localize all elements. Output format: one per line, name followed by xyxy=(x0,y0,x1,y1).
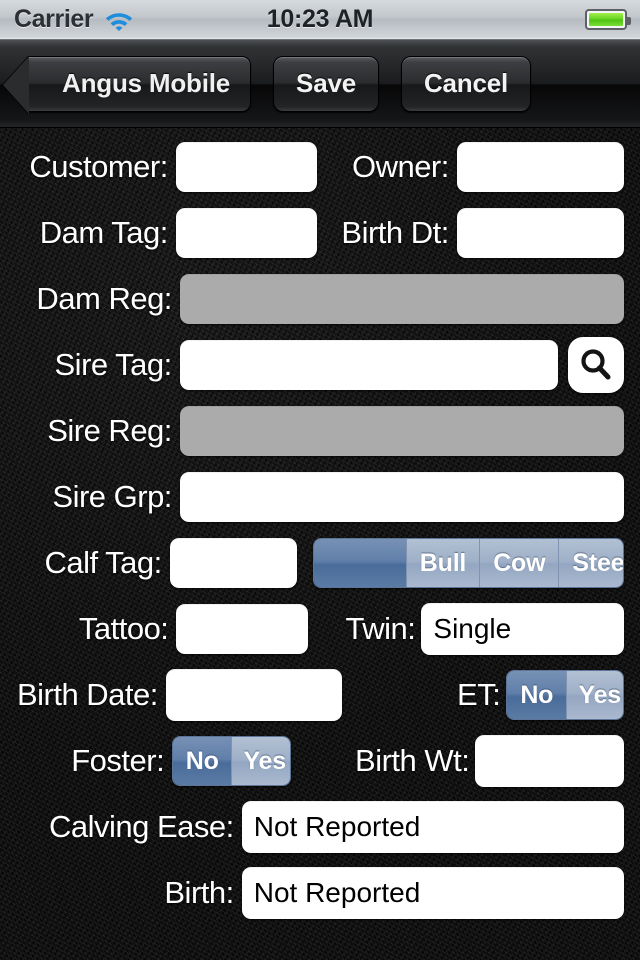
birth-wt-label: Birth Wt: xyxy=(355,743,470,778)
app-screen: Carrier 10:23 AM Angus Mobile Save Cance… xyxy=(0,0,640,960)
status-bar: Carrier 10:23 AM xyxy=(0,0,640,40)
row-sirereg: Sire Reg: xyxy=(0,398,640,464)
row-foster-birthwt: Foster: No Yes Birth Wt: xyxy=(0,728,640,794)
clock-label: 10:23 AM xyxy=(266,5,374,33)
dam-tag-label: Dam Tag: xyxy=(39,215,169,250)
et-segment-no[interactable]: No xyxy=(507,671,567,719)
birth-date-input[interactable] xyxy=(165,669,342,721)
row-siretag: Sire Tag: xyxy=(0,332,640,398)
et-segment-yes[interactable]: Yes xyxy=(566,671,624,719)
back-button-label: Angus Mobile xyxy=(62,68,231,98)
customer-input[interactable] xyxy=(175,142,317,192)
foster-segment-yes[interactable]: Yes xyxy=(231,737,291,785)
birth-select[interactable]: Not Reported xyxy=(241,867,624,919)
et-label: ET: xyxy=(457,677,501,712)
tattoo-input[interactable] xyxy=(176,604,309,654)
foster-segmented-control[interactable]: No Yes xyxy=(172,736,292,786)
dam-reg-input xyxy=(179,274,624,324)
dam-tag-input[interactable] xyxy=(175,208,317,258)
sire-reg-input xyxy=(179,406,624,456)
calf-tag-input[interactable] xyxy=(169,538,297,588)
sex-segment-cow[interactable]: Cow xyxy=(479,539,559,587)
birth-dt-label: Birth Dt: xyxy=(341,215,449,250)
twin-select[interactable]: Single xyxy=(421,603,625,655)
battery-full-icon xyxy=(585,9,631,30)
sex-segment-bull[interactable]: Bull xyxy=(405,539,480,587)
row-birthdate-et: Birth Date: ET: No Yes xyxy=(0,662,640,728)
birth-wt-input[interactable] xyxy=(475,735,624,787)
row-damtag-birthdt: Dam Tag: Birth Dt: xyxy=(0,200,640,266)
sex-segment-steer[interactable]: Steer xyxy=(558,539,623,587)
form-body: Customer: Owner: Dam Tag: Birth Dt: Dam … xyxy=(0,128,640,960)
foster-label: Foster: xyxy=(71,743,165,778)
calving-ease-label: Calving Ease: xyxy=(48,809,234,844)
navigation-bar: Angus Mobile Save Cancel xyxy=(0,40,640,128)
dam-reg-label: Dam Reg: xyxy=(36,281,172,316)
sire-tag-input[interactable] xyxy=(179,340,558,390)
sex-segmented-control[interactable]: Bull Cow Steer xyxy=(312,538,624,588)
save-button[interactable]: Save xyxy=(273,55,379,112)
tattoo-label: Tattoo: xyxy=(78,611,169,646)
sire-grp-label: Sire Grp: xyxy=(52,479,172,514)
row-siregrp: Sire Grp: xyxy=(0,464,640,530)
row-calftag-sex: Calf Tag: Bull Cow Steer xyxy=(0,530,640,596)
row-calving-ease: Calving Ease: Not Reported xyxy=(0,794,640,860)
row-damreg: Dam Reg: xyxy=(0,266,640,332)
cancel-button[interactable]: Cancel xyxy=(400,55,532,112)
row-tattoo-twin: Tattoo: Twin: Single xyxy=(0,596,640,662)
birth-date-label: Birth Date: xyxy=(16,677,158,712)
sex-segment-0[interactable] xyxy=(313,539,406,587)
birth-dt-input[interactable] xyxy=(456,208,625,258)
owner-label: Owner: xyxy=(351,149,449,184)
foster-segment-no[interactable]: No xyxy=(173,737,232,785)
row-customer-owner: Customer: Owner: xyxy=(0,134,640,200)
calf-tag-label: Calf Tag: xyxy=(44,545,162,580)
customer-label: Customer: xyxy=(29,149,168,184)
birth-label: Birth: xyxy=(164,875,234,910)
search-icon[interactable] xyxy=(568,337,624,393)
calving-ease-select[interactable]: Not Reported xyxy=(241,801,624,853)
et-segmented-control[interactable]: No Yes xyxy=(506,670,624,720)
sire-reg-label: Sire Reg: xyxy=(47,413,172,448)
sire-grp-input[interactable] xyxy=(179,472,624,522)
sire-tag-label: Sire Tag: xyxy=(54,347,173,382)
twin-label: Twin: xyxy=(345,611,416,646)
back-button[interactable]: Angus Mobile xyxy=(28,55,252,112)
owner-input[interactable] xyxy=(456,142,625,192)
row-birth: Birth: Not Reported xyxy=(0,860,640,926)
